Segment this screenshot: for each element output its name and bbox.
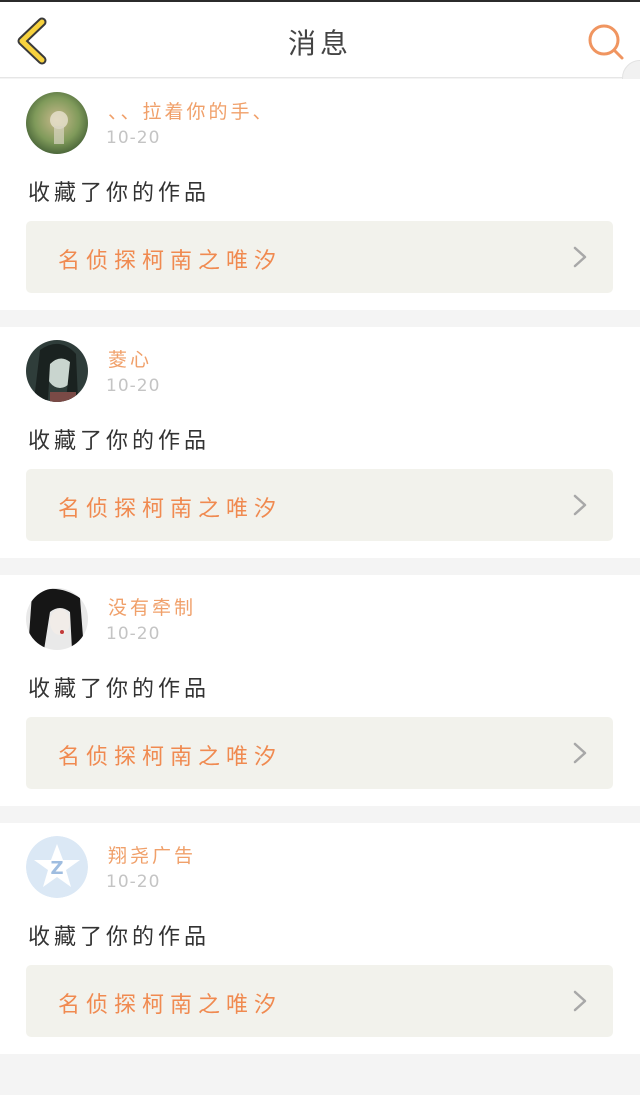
timestamp: 10-20 bbox=[106, 624, 161, 644]
message-card: 菱心 10-20 收藏了你的作品 名侦探柯南之唯汐 bbox=[0, 327, 640, 558]
avatar[interactable] bbox=[26, 92, 88, 154]
work-title: 名侦探柯南之唯汐 bbox=[58, 745, 283, 770]
top-bar: 消息 bbox=[0, 0, 640, 78]
timestamp: 10-20 bbox=[106, 376, 161, 396]
avatar[interactable] bbox=[26, 340, 88, 402]
action-text: 收藏了你的作品 bbox=[28, 925, 211, 950]
work-title: 名侦探柯南之唯汐 bbox=[58, 249, 283, 274]
avatar[interactable] bbox=[26, 588, 88, 650]
message-card: Z 翔尧广告 10-20 收藏了你的作品 名侦探柯南之唯汐 bbox=[0, 823, 640, 1054]
action-text: 收藏了你的作品 bbox=[28, 429, 211, 454]
work-link[interactable]: 名侦探柯南之唯汐 bbox=[26, 221, 613, 293]
action-text: 收藏了你的作品 bbox=[28, 181, 211, 206]
svg-text:Z: Z bbox=[50, 858, 63, 879]
chevron-right-icon bbox=[573, 742, 587, 764]
work-title: 名侦探柯南之唯汐 bbox=[58, 993, 283, 1018]
work-link[interactable]: 名侦探柯南之唯汐 bbox=[26, 717, 613, 789]
work-title: 名侦探柯南之唯汐 bbox=[58, 497, 283, 522]
work-link[interactable]: 名侦探柯南之唯汐 bbox=[26, 965, 613, 1037]
chevron-right-icon bbox=[573, 246, 587, 268]
username[interactable]: 翔尧广告 bbox=[108, 841, 196, 868]
username[interactable]: 没有牵制 bbox=[108, 593, 196, 620]
action-text: 收藏了你的作品 bbox=[28, 677, 211, 702]
username[interactable]: 菱心 bbox=[108, 345, 152, 372]
page-title: 消息 bbox=[287, 27, 352, 60]
timestamp: 10-20 bbox=[106, 872, 161, 892]
chevron-right-icon bbox=[573, 990, 587, 1012]
chevron-right-icon bbox=[573, 494, 587, 516]
timestamp: 10-20 bbox=[106, 128, 161, 148]
message-card: 没有牵制 10-20 收藏了你的作品 名侦探柯南之唯汐 bbox=[0, 575, 640, 806]
avatar[interactable]: Z bbox=[26, 836, 88, 898]
message-card: 、、拉着你的手、 10-20 收藏了你的作品 名侦探柯南之唯汐 bbox=[0, 79, 640, 310]
work-link[interactable]: 名侦探柯南之唯汐 bbox=[26, 469, 613, 541]
username[interactable]: 、、拉着你的手、 bbox=[108, 97, 275, 124]
message-list: 、、拉着你的手、 10-20 收藏了你的作品 名侦探柯南之唯汐 菱心 10-20… bbox=[0, 79, 640, 1054]
search-icon[interactable] bbox=[586, 22, 626, 62]
